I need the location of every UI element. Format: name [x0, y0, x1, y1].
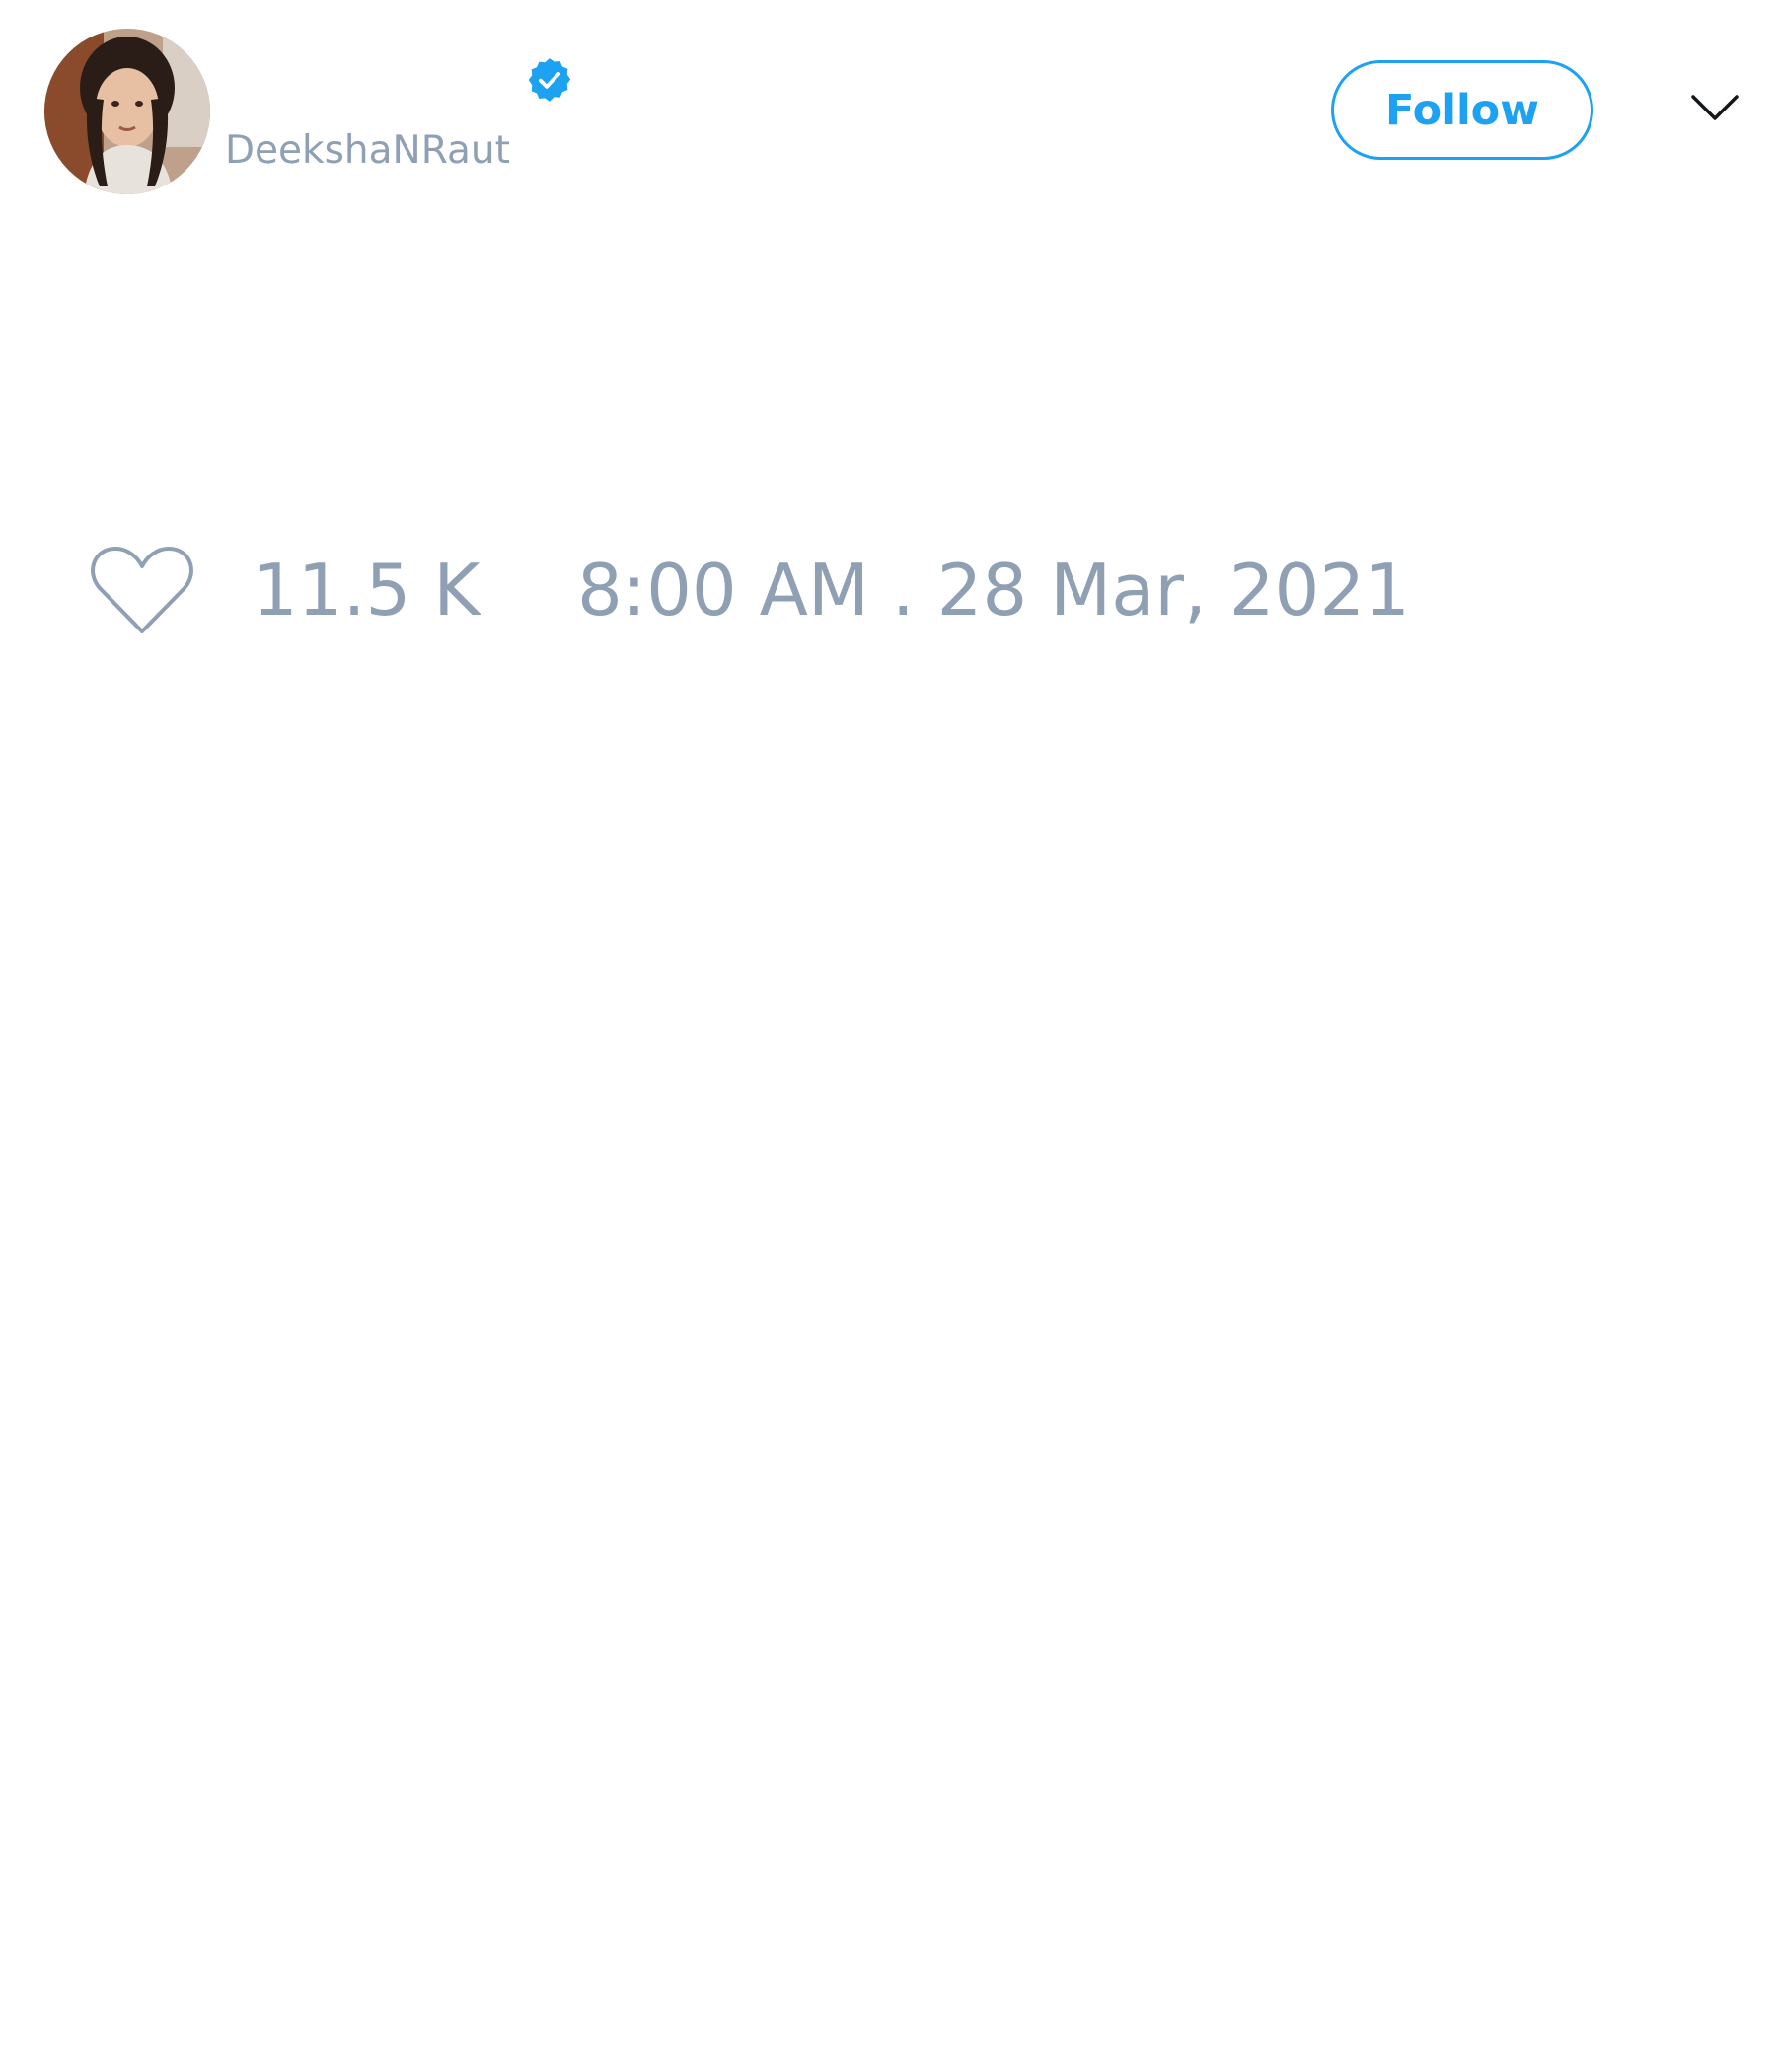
- like-count: 11.5 K: [253, 549, 481, 631]
- author-handle[interactable]: DeekshaNRaut: [225, 126, 510, 176]
- verified-badge-icon: [528, 58, 571, 102]
- avatar[interactable]: [44, 29, 210, 194]
- heart-icon[interactable]: [88, 541, 196, 639]
- tweet-card: DeekshaNRaut Follow 11.5 K 8:00 AM . 28 …: [0, 0, 1776, 2072]
- tweet-timestamp[interactable]: 8:00 AM . 28 Mar, 2021: [577, 549, 1410, 631]
- profile-photo: [44, 29, 210, 194]
- chevron-down-icon[interactable]: [1689, 87, 1740, 126]
- follow-button[interactable]: Follow: [1331, 60, 1593, 160]
